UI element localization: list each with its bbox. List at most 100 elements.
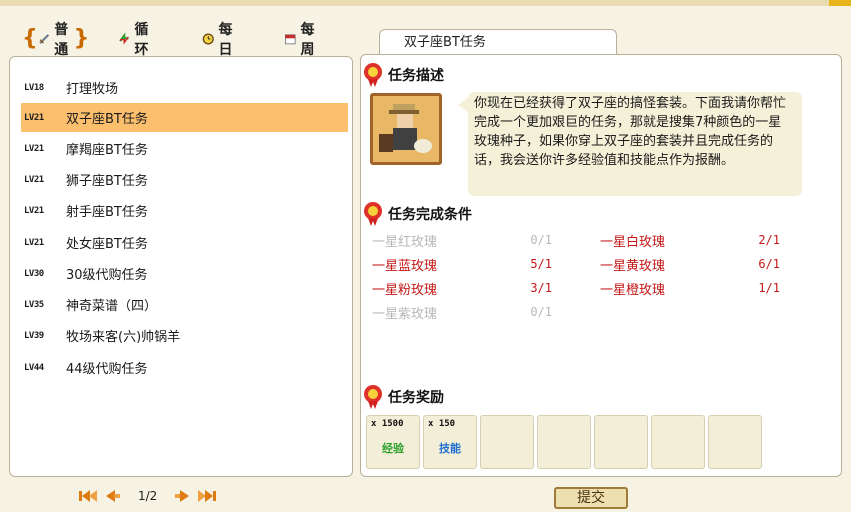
npc-avatar-icon [379, 104, 432, 153]
top-bar-accent [829, 0, 851, 6]
quest-list-item[interactable]: LV21 射手座BT任务 [21, 196, 348, 225]
quest-description: 你现在已经获得了双子座的搞怪套装。下面我请你帮忙完成一个更加艰巨的任务，那就是搜… [458, 92, 802, 196]
quest-list-item[interactable]: LV21 处女座BT任务 [21, 228, 348, 257]
requirement-name: 一星橙玫瑰 [600, 282, 666, 298]
reward-label: 经验 [382, 442, 404, 455]
tab-weekly[interactable]: 每周 [284, 22, 320, 58]
requirement-count: 2/1 [758, 233, 780, 247]
tab-normal-label: 普通 [54, 22, 69, 58]
clock-icon [202, 33, 214, 45]
quest-pager: 1/2 [78, 486, 217, 506]
requirement-item: 一星白玫瑰 2/1 [600, 229, 780, 251]
quest-name: 30级代购任务 [66, 268, 148, 283]
quest-name: 打理牧场 [66, 82, 119, 97]
conditions-title: 任务完成条件 [388, 207, 472, 223]
requirement-count: 0/1 [530, 305, 552, 319]
active-bracket-left: { [22, 26, 38, 51]
medal-icon [364, 385, 382, 409]
rewards-title: 任务奖励 [388, 390, 444, 406]
requirement-name: 一星蓝玫瑰 [372, 258, 438, 274]
reward-slots: x 1500 经验 x 150 技能 [366, 415, 765, 469]
reward-slot-empty [480, 415, 534, 469]
requirement-name: 一星红玫瑰 [372, 234, 438, 250]
reward-slot-empty [708, 415, 762, 469]
requirement-item: 一星粉玫瑰 3/1 [372, 277, 552, 299]
description-header: 任务描述 [362, 62, 444, 88]
quest-list-item[interactable]: LV30 30级代购任务 [21, 259, 348, 288]
requirement-item: 一星紫玫瑰 0/1 [372, 301, 552, 323]
requirement-count: 0/1 [530, 233, 552, 247]
quest-level: LV35 [24, 299, 44, 310]
reward-slot-empty [651, 415, 705, 469]
reward-slot-skill[interactable]: x 150 技能 [423, 415, 477, 469]
conditions-header: 任务完成条件 [362, 201, 472, 227]
sword-icon [39, 34, 49, 44]
quest-list-item[interactable]: LV21 摩羯座BT任务 [21, 134, 348, 163]
requirement-item: 一星红玫瑰 0/1 [372, 229, 552, 251]
reward-quantity: x 150 [428, 419, 456, 429]
quest-list-item[interactable]: LV44 44级代购任务 [21, 353, 348, 382]
quest-level: LV21 [24, 112, 44, 123]
submit-button[interactable]: 提交 [554, 487, 628, 509]
quest-level: LV39 [24, 330, 44, 341]
quest-list-panel: LV18 打理牧场 LV21 双子座BT任务 LV21 摩羯座BT任务 LV21… [9, 56, 353, 477]
quest-detail-tab: 双子座BT任务 [379, 29, 617, 55]
quest-level: LV18 [24, 82, 44, 93]
requirement-item: 一星黄玫瑰 6/1 [600, 253, 780, 275]
quest-name: 双子座BT任务 [66, 112, 148, 127]
quest-level: LV44 [24, 362, 44, 373]
top-bar [0, 0, 851, 6]
tab-weekly-label: 每周 [300, 22, 315, 58]
calendar-icon [285, 34, 296, 45]
requirement-count: 3/1 [530, 281, 552, 295]
tab-normal[interactable]: { 普通 } [22, 22, 90, 58]
quest-name: 牧场来客(六)帅锅羊 [66, 330, 181, 345]
requirement-name: 一星白玫瑰 [600, 234, 666, 250]
quest-name: 射手座BT任务 [66, 205, 148, 220]
next-page-icon[interactable] [173, 489, 191, 503]
tab-daily[interactable]: 每日 [202, 22, 238, 58]
quest-level: LV21 [24, 143, 44, 154]
reward-label: 技能 [439, 442, 461, 455]
medal-icon [364, 202, 382, 226]
rewards-header: 任务奖励 [362, 384, 444, 410]
quest-name: 神奇菜谱（四） [66, 299, 158, 314]
requirement-count: 1/1 [758, 281, 780, 295]
reward-slot-exp[interactable]: x 1500 经验 [366, 415, 420, 469]
quest-list-item-selected[interactable]: LV21 双子座BT任务 [21, 103, 348, 132]
quest-level: LV21 [24, 174, 44, 185]
tab-cycle-label: 循环 [134, 22, 149, 58]
quest-list-item[interactable]: LV35 神奇菜谱（四） [21, 290, 348, 319]
medal-icon [364, 63, 382, 87]
requirement-item: 一星蓝玫瑰 5/1 [372, 253, 552, 275]
quest-detail-title: 双子座BT任务 [404, 35, 486, 50]
quest-list-item[interactable]: LV18 打理牧场 [21, 73, 348, 102]
tab-cycle[interactable]: 循环 [118, 22, 154, 58]
requirement-count: 5/1 [530, 257, 552, 271]
quest-name: 44级代购任务 [66, 362, 148, 377]
requirement-name: 一星紫玫瑰 [372, 306, 438, 322]
tab-daily-label: 每日 [218, 22, 233, 58]
requirement-count: 6/1 [758, 257, 780, 271]
requirement-name: 一星黄玫瑰 [600, 258, 666, 274]
quest-level: LV21 [24, 237, 44, 248]
description-text: 你现在已经获得了双子座的搞怪套装。下面我请你帮忙完成一个更加艰巨的任务，那就是搜… [474, 96, 787, 168]
reward-quantity: x 1500 [371, 419, 404, 429]
page-indicator: 1/2 [138, 489, 158, 503]
prev-page-icon[interactable] [104, 489, 122, 503]
quest-list-item[interactable]: LV21 狮子座BT任务 [21, 165, 348, 194]
quest-level: LV21 [24, 205, 44, 216]
requirement-name: 一星粉玫瑰 [372, 282, 438, 298]
npc-portrait [370, 93, 442, 165]
reward-slot-empty [594, 415, 648, 469]
description-title: 任务描述 [388, 68, 444, 84]
active-bracket-right: } [73, 26, 90, 51]
cycle-arrows-icon [119, 32, 129, 45]
quest-list-item[interactable]: LV39 牧场来客(六)帅锅羊 [21, 321, 348, 350]
quest-name: 狮子座BT任务 [66, 174, 148, 189]
quest-name: 摩羯座BT任务 [66, 143, 148, 158]
last-page-icon[interactable] [195, 489, 217, 503]
requirement-item: 一星橙玫瑰 1/1 [600, 277, 780, 299]
reward-slot-empty [537, 415, 591, 469]
first-page-icon[interactable] [78, 489, 100, 503]
